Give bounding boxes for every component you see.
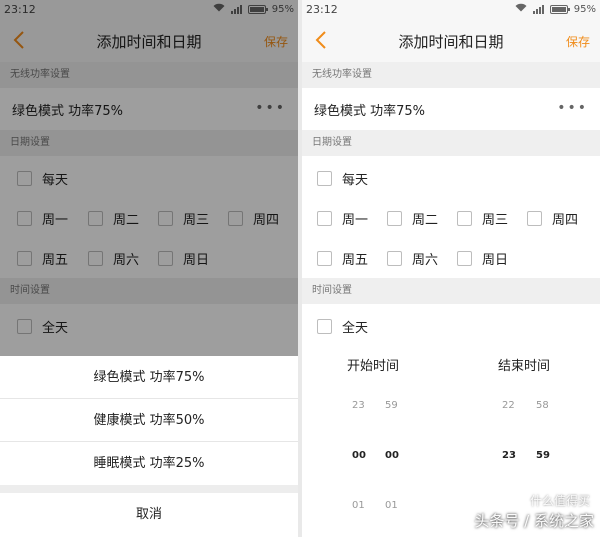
weekday-mon[interactable]: 周一 xyxy=(317,209,368,228)
more-icon[interactable]: ••• xyxy=(557,100,588,116)
weekday-thu[interactable]: 周四 xyxy=(527,209,578,228)
start-minute-next[interactable]: 01 xyxy=(385,500,398,511)
time-rows: 全天 xyxy=(302,304,600,346)
checkbox-icon xyxy=(317,251,332,266)
end-hour-current[interactable]: 23 xyxy=(502,450,516,461)
weekday-fri[interactable]: 周五 xyxy=(317,249,368,268)
wifi-icon xyxy=(515,3,527,15)
weekday-label: 周三 xyxy=(482,213,509,228)
start-hour-current[interactable]: 00 xyxy=(352,450,366,461)
right-screen: 23:12 95% 添加时间和日期 保存 无线功率设置 绿色模式 功率75% •… xyxy=(302,0,600,537)
weekday-label: 周一 xyxy=(342,213,369,228)
checkbox-icon xyxy=(527,211,542,226)
watermark-bottom: 头条号 / 系统之家 xyxy=(474,512,594,530)
start-time-label: 开始时间 xyxy=(347,359,400,374)
section-date: 日期设置 xyxy=(302,130,600,156)
power-mode-value: 绿色模式 功率75% xyxy=(314,104,426,119)
screenshot-comparison: 23:12 95% 添加时间和日期 保存 无线功率设置 绿色模式 功率75% •… xyxy=(0,0,600,537)
weekday-sat[interactable]: 周六 xyxy=(387,249,438,268)
all-day-checkbox[interactable]: 全天 xyxy=(317,317,368,336)
end-minute-current[interactable]: 59 xyxy=(536,450,550,461)
start-hour-prev[interactable]: 23 xyxy=(352,400,365,411)
status-time: 23:12 xyxy=(306,3,338,16)
status-bar: 23:12 95% xyxy=(302,0,600,20)
checkbox-icon xyxy=(387,251,402,266)
section-time: 时间设置 xyxy=(302,278,600,304)
dim-overlay[interactable] xyxy=(0,0,298,356)
weekday-sun[interactable]: 周日 xyxy=(457,249,508,268)
weekday-tue[interactable]: 周二 xyxy=(387,209,438,228)
sheet-option-health[interactable]: 健康模式 功率50% xyxy=(0,399,298,442)
start-minute-prev[interactable]: 59 xyxy=(385,400,398,411)
battery-icon xyxy=(549,4,570,14)
sheet-option-sleep[interactable]: 睡眠模式 功率25% xyxy=(0,442,298,485)
weekday-wed[interactable]: 周三 xyxy=(457,209,508,228)
weekday-label: 周二 xyxy=(412,213,439,228)
date-rows: 每天 周一 周二 周三 周四 周五 周六 周日 xyxy=(302,156,600,278)
checkbox-icon xyxy=(457,251,472,266)
weekday-label: 周六 xyxy=(412,253,439,268)
weekday-label: 周五 xyxy=(342,253,369,268)
sheet-option-green[interactable]: 绿色模式 功率75% xyxy=(0,356,298,399)
checkbox-icon xyxy=(387,211,402,226)
start-hour-next[interactable]: 01 xyxy=(352,500,365,511)
signal-icon xyxy=(532,4,544,14)
save-button[interactable]: 保存 xyxy=(566,33,590,50)
checkbox-icon xyxy=(457,211,472,226)
checkbox-icon xyxy=(317,211,332,226)
nav-bar: 添加时间和日期 保存 xyxy=(302,20,600,62)
watermark-top: 什么值得买 xyxy=(529,494,590,508)
sheet-divider xyxy=(0,485,298,493)
power-mode-sheet: 绿色模式 功率75% 健康模式 功率50% 睡眠模式 功率25% 取消 xyxy=(0,356,298,537)
weekday-label: 周四 xyxy=(552,213,579,228)
every-day-label: 每天 xyxy=(342,173,369,188)
checkbox-icon xyxy=(317,171,332,186)
weekday-label: 周日 xyxy=(482,253,509,268)
checkbox-icon xyxy=(317,319,332,334)
section-wireless: 无线功率设置 xyxy=(302,62,600,88)
status-icons: 95% xyxy=(515,3,596,15)
all-day-label: 全天 xyxy=(342,321,369,336)
every-day-checkbox[interactable]: 每天 xyxy=(317,169,368,188)
end-time-label: 结束时间 xyxy=(498,359,551,374)
page-title: 添加时间和日期 xyxy=(398,33,504,51)
left-screen: 23:12 95% 添加时间和日期 保存 无线功率设置 绿色模式 功率75% •… xyxy=(0,0,298,537)
battery-level: 95% xyxy=(573,3,596,15)
cancel-button[interactable]: 取消 xyxy=(0,493,298,537)
end-hour-prev[interactable]: 22 xyxy=(502,400,515,411)
start-minute-current[interactable]: 00 xyxy=(385,450,399,461)
power-mode-row[interactable]: 绿色模式 功率75% ••• xyxy=(302,88,600,130)
end-minute-prev[interactable]: 58 xyxy=(536,400,549,411)
